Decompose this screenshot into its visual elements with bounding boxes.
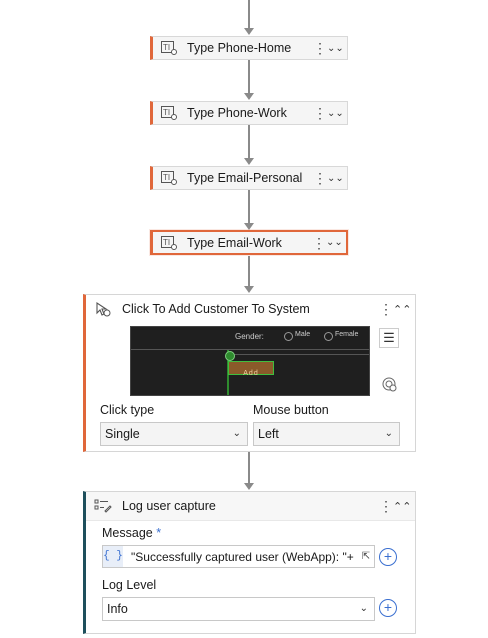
activity-type-email-personal[interactable]: TI Type Email-Personal ⋮ ⌄⌄ [150,166,348,190]
more-menu-icon[interactable]: ⋮ [379,498,393,515]
svg-text:TI: TI [163,238,170,247]
svg-text:TI: TI [163,173,170,182]
connector-arrow [244,158,254,165]
connector-line [248,256,250,286]
log-message-icon [94,498,112,514]
connector-line [248,452,250,483]
connector-line [248,0,250,28]
type-into-icon: TI [161,171,177,185]
activity-label: Type Phone-Home [187,41,292,55]
collapse-chevron-icon[interactable]: ⌃⌃ [393,500,411,513]
connector-arrow [244,223,254,230]
expand-chevron-icon[interactable]: ⌄⌄ [327,173,344,184]
connector-arrow [244,93,254,100]
chevron-down-icon: ⌄ [232,428,241,439]
connector-arrow [244,483,254,490]
connector-arrow [244,28,254,35]
target-preview-image[interactable]: Gender: Male Female Add [130,326,370,396]
more-menu-icon[interactable]: ⋮ [313,106,327,120]
target-indicator-icon[interactable] [382,377,397,392]
type-into-icon: TI [161,235,177,250]
log-level-select[interactable]: Info ⌄ [102,597,375,621]
preview-male-label: Male [295,331,311,338]
add-plus-icon[interactable]: + [379,599,397,617]
expand-chevron-icon[interactable]: ⌄⌄ [326,237,343,248]
click-type-label: Click type [100,403,155,417]
connector-arrow [244,286,254,293]
activity-label: Type Email-Personal [187,171,303,185]
more-menu-icon[interactable]: ⋮ [379,301,393,318]
preview-female-label: Female [335,331,359,338]
preview-add-button: Add [228,361,274,377]
required-marker: * [156,526,162,540]
activity-type-phone-home[interactable]: TI Type Phone-Home ⋮ ⌄⌄ [150,36,348,60]
chevron-down-icon: ⌄ [359,603,368,614]
log-activity-card[interactable]: Log user capture ⋮ ⌃⌃ Message * { } "Suc… [83,491,416,634]
target-anchor-icon [225,351,235,361]
expand-chevron-icon[interactable]: ⌄⌄ [327,43,344,54]
expand-chevron-icon[interactable]: ⌄⌄ [327,108,344,119]
preview-male-radio [284,332,293,341]
svg-text:TI: TI [163,43,170,52]
message-label: Message * [102,526,162,540]
more-menu-icon[interactable]: ⋮ [313,171,327,185]
click-icon [94,301,112,317]
click-type-select[interactable]: Single ⌄ [100,422,248,446]
connector-line [248,125,250,158]
mouse-button-label: Mouse button [253,403,329,417]
activity-type-email-work[interactable]: TI Type Email-Work ⋮ ⌄⌄ [150,230,348,255]
mouse-button-select[interactable]: Left ⌄ [253,422,400,446]
collapse-chevron-icon[interactable]: ⌃⌃ [393,303,411,316]
svg-text:TI: TI [163,108,170,117]
log-level-label: Log Level [102,578,157,592]
click-activity-card[interactable]: Click To Add Customer To System ⋮ ⌃⌃ Gen… [83,294,416,452]
chevron-down-icon: ⌄ [384,428,393,439]
connector-line [248,190,250,223]
message-input[interactable]: { } "Successfully captured user (WebApp)… [102,545,375,568]
list-menu-icon[interactable]: ☰ [379,328,399,348]
card-title: Log user capture [122,499,216,513]
add-plus-icon[interactable]: + [379,548,397,566]
expand-editor-icon[interactable]: ⇱ [358,551,374,562]
activity-label: Type Phone-Work [187,106,287,120]
more-menu-icon[interactable]: ⋮ [313,41,327,55]
expression-icon[interactable]: { } [103,546,123,567]
type-into-icon: TI [161,106,177,120]
activity-label: Type Email-Work [187,235,282,250]
preview-gender-label: Gender: [235,332,264,341]
card-title: Click To Add Customer To System [122,302,310,316]
type-into-icon: TI [161,41,177,55]
connector-line [248,60,250,93]
more-menu-icon[interactable]: ⋮ [312,236,326,250]
activity-type-phone-work[interactable]: TI Type Phone-Work ⋮ ⌄⌄ [150,101,348,125]
preview-female-radio [324,332,333,341]
message-value: "Successfully captured user (WebApp): "+ [131,549,354,564]
